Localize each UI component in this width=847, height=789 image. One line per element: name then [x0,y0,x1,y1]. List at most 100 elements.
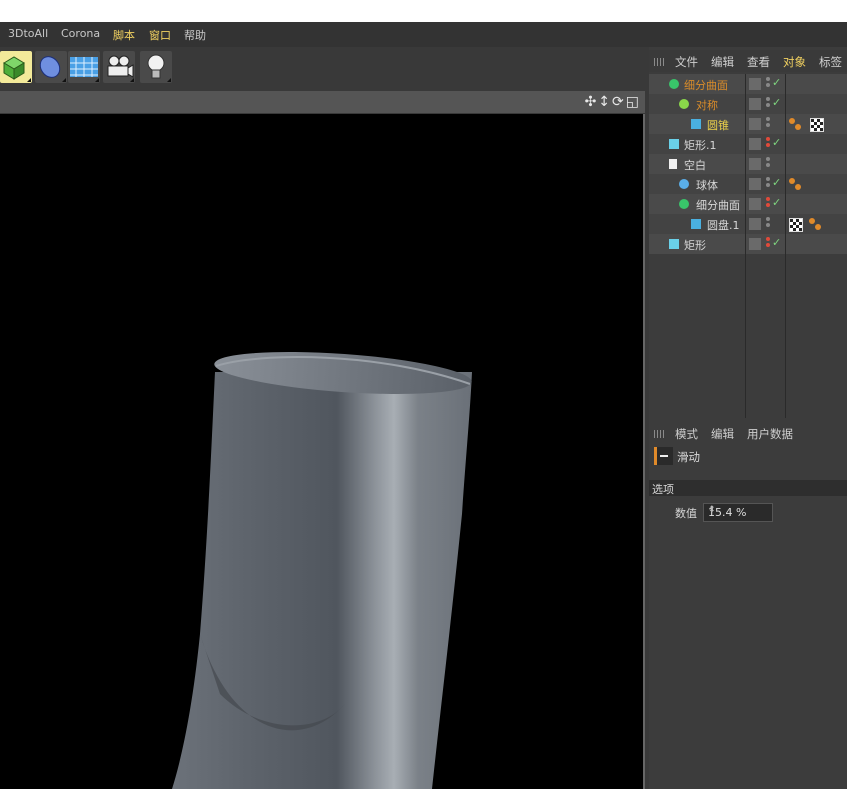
om-menu-view[interactable]: 查看 [747,54,770,70]
param-label: 数值 [675,507,697,520]
panel-grip-icon[interactable] [654,58,666,66]
menu-window[interactable]: 窗口 [149,27,171,43]
menu-bar: 3DtoAll Corona 脚本 窗口 帮助 [0,22,847,47]
visibility-dots-icon[interactable] [766,197,770,211]
object-row[interactable]: 圆锥 [649,114,847,134]
visibility-dots-icon[interactable] [766,97,770,111]
sphere-icon [679,179,689,189]
cone-icon [691,119,701,129]
material-tag-icon[interactable] [809,218,821,230]
panel-grip-icon[interactable] [654,430,666,438]
column-divider [785,74,786,418]
visibility-dots-icon[interactable] [766,137,770,151]
light-button[interactable] [140,51,172,83]
object-name[interactable]: 空白 [684,157,706,173]
attribute-title: 滑动 [649,446,847,468]
object-row[interactable]: 细分曲面 ✓ [649,194,847,214]
checker-tag-icon[interactable] [789,218,803,232]
menu-script[interactable]: 脚本 [113,27,135,43]
viewport-nav-icons[interactable]: ✣↕⟳◱ [585,94,641,110]
visibility-dots-icon[interactable] [766,77,770,91]
layer-toggle-icon[interactable] [749,198,761,210]
camera-button[interactable] [103,51,135,83]
material-tag-icon[interactable] [789,178,801,190]
object-name[interactable]: 对称 [696,97,718,113]
enabled-check-icon[interactable]: ✓ [772,196,781,209]
object-row[interactable]: 矩形 ✓ [649,234,847,254]
enabled-check-icon[interactable]: ✓ [772,136,781,149]
menu-corona[interactable]: Corona [61,27,100,40]
visibility-dots-icon[interactable] [766,117,770,131]
menu-help[interactable]: 帮助 [184,27,206,43]
slide-icon [654,447,673,465]
object-manager: 文件 编辑 查看 对象 标签 细分曲面 ✓ 对称 ✓ 圆锥 矩形.1 ✓ 空白 … [649,47,847,418]
am-menu-userdata[interactable]: 用户数据 [747,426,793,442]
enabled-check-icon[interactable]: ✓ [772,76,781,89]
object-name[interactable]: 矩形 [684,237,706,253]
object-row[interactable]: 圆盘.1 [649,214,847,234]
layer-toggle-icon[interactable] [749,118,761,130]
subdivision-cube-button[interactable] [0,51,32,83]
floor-button[interactable] [68,51,100,83]
param-row: 数值 15.4 % ⬍ [649,502,847,522]
object-row[interactable]: 矩形.1 ✓ [649,134,847,154]
layer-toggle-icon[interactable] [749,238,761,250]
object-name[interactable]: 细分曲面 [696,197,740,213]
om-menu-objects[interactable]: 对象 [783,54,806,70]
layer-toggle-icon[interactable] [749,138,761,150]
object-row[interactable]: 球体 ✓ [649,174,847,194]
spline-icon [669,139,679,149]
object-row[interactable]: 对称 ✓ [649,94,847,114]
enabled-check-icon[interactable]: ✓ [772,176,781,189]
layer-toggle-icon[interactable] [749,218,761,230]
object-name[interactable]: 圆盘.1 [707,217,740,233]
am-menu-edit[interactable]: 编辑 [711,426,734,442]
column-divider [745,74,746,418]
disc-icon [691,219,701,229]
subtool-corner [62,78,66,82]
object-row[interactable]: 细分曲面 ✓ [649,74,847,94]
symmetry-icon [679,99,689,109]
material-tag-icon[interactable] [789,118,801,130]
viewport-3d[interactable] [0,114,645,789]
subdivision-icon [679,199,689,209]
tube-model [172,352,472,789]
subdivision-icon [669,79,679,89]
menu-3dtoall[interactable]: 3DtoAll [8,27,48,40]
subtool-corner [27,78,31,82]
object-name[interactable]: 球体 [696,177,718,193]
visibility-dots-icon[interactable] [766,157,770,171]
cinema4d-window: 3DtoAll Corona 脚本 窗口 帮助 ✣↕⟳◱ 文件 编辑 查看 对象… [0,22,847,789]
subtool-corner [130,78,134,82]
layer-toggle-icon[interactable] [749,178,761,190]
checker-tag-icon[interactable] [810,118,824,132]
object-manager-menu: 文件 编辑 查看 对象 标签 [649,50,847,72]
visibility-dots-icon[interactable] [766,237,770,251]
attribute-title-text: 滑动 [677,450,700,464]
om-menu-file[interactable]: 文件 [675,54,698,70]
attribute-manager: 模式 编辑 用户数据 滑动 选项 数值 15.4 % ⬍ [649,418,847,789]
om-menu-edit[interactable]: 编辑 [711,54,734,70]
subtool-corner [167,78,171,82]
layer-toggle-icon[interactable] [749,158,761,170]
object-name[interactable]: 矩形.1 [684,137,717,153]
object-tree: 细分曲面 ✓ 对称 ✓ 圆锥 矩形.1 ✓ 空白 球体 ✓ 细分曲面 ✓ 圆盘.… [649,74,847,418]
enabled-check-icon[interactable]: ✓ [772,96,781,109]
spline-icon [669,239,679,249]
om-menu-tags[interactable]: 标签 [819,54,842,70]
object-name[interactable]: 细分曲面 [684,77,728,93]
object-row[interactable]: 空白 [649,154,847,174]
object-name[interactable]: 圆锥 [707,117,729,133]
options-section-header[interactable]: 选项 [649,480,847,496]
value-field[interactable]: 15.4 % ⬍ [703,503,773,522]
layer-toggle-icon[interactable] [749,78,761,90]
null-icon [669,159,677,169]
visibility-dots-icon[interactable] [766,217,770,231]
spinner-arrows-icon[interactable]: ⬍ [708,505,768,515]
layer-toggle-icon[interactable] [749,98,761,110]
deformer-button[interactable] [35,51,67,83]
enabled-check-icon[interactable]: ✓ [772,236,781,249]
am-menu-mode[interactable]: 模式 [675,426,698,442]
subtool-corner [95,78,99,82]
visibility-dots-icon[interactable] [766,177,770,191]
